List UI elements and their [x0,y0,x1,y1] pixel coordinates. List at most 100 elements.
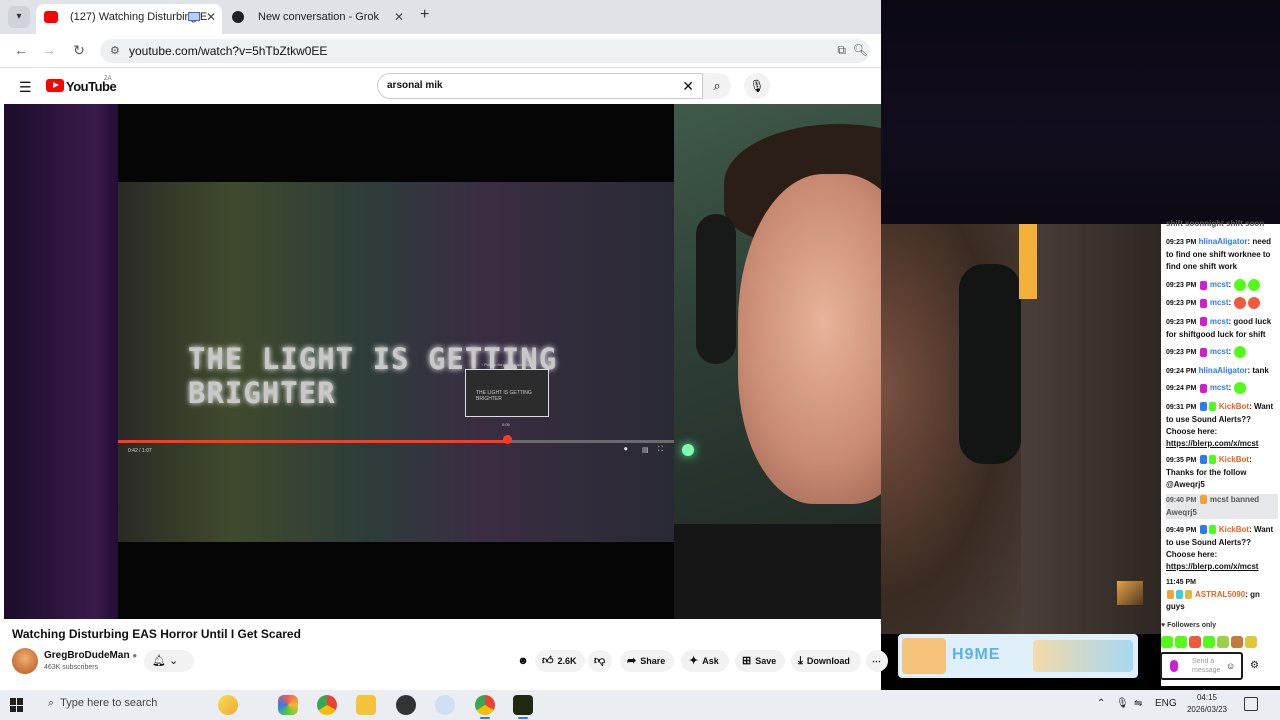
more-actions-button[interactable]: ⋯ [866,650,888,672]
install-app-icon[interactable]: ⧉ [837,43,846,58]
chat-user[interactable]: hlinaAligator [1199,366,1248,375]
chat-time: 09:23 PM [1166,319,1197,326]
download-button[interactable]: ⤓ Download [791,650,861,672]
zoom-icon[interactable]: 🔍︎ [853,43,868,57]
emote-bar[interactable] [1161,635,1259,649]
chat-settings-icon[interactable]: ⚙ [1250,660,1259,671]
download-label: Download [806,656,850,666]
tray-overflow-icon[interactable]: ⌃ [1097,698,1105,709]
followers-only-text: Followers only [1167,622,1217,629]
emote-icon [1234,346,1247,358]
chat-time: 09:35 PM [1166,457,1197,464]
settings-icon[interactable]: ▤ [642,446,649,454]
address-url[interactable]: youtube.com/watch?v=5hTbZtkw0EE [129,44,327,58]
chat-user[interactable]: KickBot [1219,455,1249,464]
emote-icon[interactable] [1203,636,1215,648]
ask-button[interactable]: ✦ Ask [681,650,729,672]
fullscreen-icon[interactable]: ⛶ [658,446,663,454]
snipping-tool-icon[interactable] [435,695,455,715]
windows-start-icon[interactable] [10,698,24,712]
voice-search-icon[interactable]: 🎙︎ [744,73,770,99]
chat-user[interactable]: mcst [1210,317,1229,326]
chat-user[interactable]: KickBot [1219,402,1249,411]
emoji-react-icon[interactable]: ☻ [512,650,534,672]
ad-banner[interactable]: H9ME [898,634,1138,678]
channel-avatar[interactable] [12,648,38,674]
search-value[interactable]: arsonal mik [387,80,443,91]
youtube-favicon-icon [44,11,58,23]
save-button[interactable]: ⊞ Save [735,650,785,672]
tab-youtube[interactable]: (127) Watching Disturbing E ✕ [36,4,222,34]
chat-user[interactable]: mcst [1210,347,1229,356]
chat-user[interactable]: mcst [1210,280,1229,289]
subscriber-count: 463K subscribers [44,664,99,671]
emoji-icon[interactable]: ☺ [1226,661,1235,671]
youtube-logo-icon[interactable] [46,79,64,92]
emote-icon[interactable] [1231,636,1243,648]
copilot-sparkle-icon[interactable] [218,695,238,715]
notification-bell-button[interactable]: 🔔︎ ⌄ [144,650,194,672]
autoplay-toggle-icon[interactable]: ⏺ [624,446,628,454]
mini-avatar [1117,581,1143,605]
menu-icon[interactable]: ☰ [19,79,32,96]
emote-icon [1248,279,1261,291]
tab-close-icon[interactable]: ✕ [394,4,404,30]
copilot-icon[interactable] [278,695,298,715]
notification-center-icon[interactable] [1244,697,1258,711]
chat-link[interactable]: https://blerp.com/x/mcst [1166,562,1258,571]
channel-name-row[interactable]: GregBroDudeMan ● [44,650,137,661]
emote-icon[interactable] [1175,636,1187,648]
back-icon[interactable]: ← [12,42,30,58]
obs-icon[interactable] [396,695,416,715]
emote-icon[interactable] [1217,636,1229,648]
microphone-tray-icon[interactable]: 🎙︎ [1116,698,1129,709]
video-content[interactable]: THE LIGHT IS GETTING BRIGHTER ↑ Pull up … [118,104,674,619]
grok-favicon-icon [232,11,244,23]
dislike-button[interactable]: 👎︎ [588,650,612,672]
reload-icon[interactable]: ↻ [70,42,88,59]
emote-icon[interactable] [1245,636,1257,648]
chat-user[interactable]: KickBot [1219,525,1249,534]
tab-search-dropdown-icon[interactable]: ▾ [8,6,30,28]
tab-grok[interactable]: New conversation - Grok ✕ [224,4,410,34]
chat-link[interactable]: https://blerp.com/x/mcst [1166,439,1258,448]
file-explorer-icon[interactable] [356,695,376,715]
kick-app-icon[interactable] [513,695,533,719]
chat-user[interactable]: ASTRAL5090 [1195,590,1245,599]
chat-user[interactable]: hlinaAligator [1199,237,1248,246]
network-icon[interactable]: ⇋ [1134,698,1142,709]
chat-input[interactable]: Send a message ☺ [1160,652,1243,680]
taskbar-search[interactable]: ⌕ Type here to search [48,697,157,710]
address-bar[interactable]: ⚙ youtube.com/watch?v=5hTbZtkw0EE ⧉ 🔍︎ [100,39,870,63]
chat-user[interactable]: mcst [1210,298,1229,307]
emote-icon[interactable] [1189,636,1201,648]
chrome-active-icon[interactable] [475,695,495,719]
video-frame[interactable]: THE LIGHT IS GETTING BRIGHTER [118,182,674,542]
taskbar-clock[interactable]: 04:15 2026/03/23 [1185,692,1229,716]
green-light [682,444,694,456]
taskbar-search-placeholder[interactable]: Type here to search [60,697,157,709]
clear-search-icon[interactable]: ✕ [682,78,694,95]
site-info-icon[interactable]: ⚙ [110,44,120,57]
youtube-header: ☰ YouTube ZA arsonal mik ✕ ⌕ 🎙︎ [0,68,881,104]
chat-time: 09:40 PM [1166,497,1197,504]
chat-user[interactable]: mcst [1210,383,1229,392]
emote-icon[interactable] [1161,636,1173,648]
forward-icon[interactable]: → [40,42,58,58]
search-button[interactable]: ⌕ [703,73,731,99]
headphones [696,214,736,364]
progress-bar[interactable] [118,440,674,443]
chat-message: 09:23 PM mcst: good luck for shiftgood l… [1166,317,1272,339]
tab-close-icon[interactable]: ✕ [206,4,216,30]
clock-date: 2026/03/23 [1186,705,1228,714]
orange-light [1019,224,1037,299]
chrome-icon[interactable] [317,695,337,715]
new-tab-button[interactable]: + [420,6,429,24]
language-indicator[interactable]: ENG [1155,698,1177,709]
share-button[interactable]: ➦ Share [620,650,674,672]
like-button[interactable]: 👍︎ 2.6K [535,650,585,672]
video-player[interactable]: THE LIGHT IS GETTING BRIGHTER ↑ Pull up … [4,104,881,619]
search-input[interactable]: arsonal mik ✕ [377,73,703,99]
mic-icon [1170,660,1178,672]
channel-name[interactable]: GregBroDudeMan [44,650,130,661]
